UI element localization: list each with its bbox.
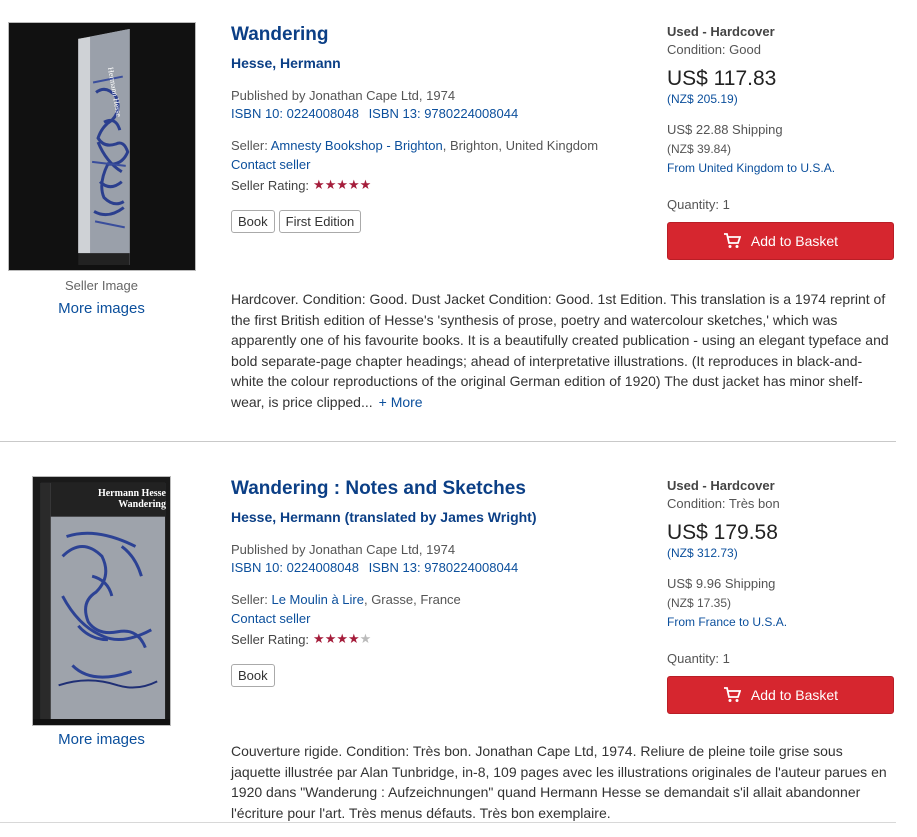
star-filled-icon: ★ [324, 631, 337, 646]
listing-info: Wandering Hesse, Hermann Published by Jo… [231, 24, 641, 233]
seller-line: Seller: Amnesty Bookshop - Brighton, Bri… [231, 138, 641, 153]
tag-list: Book First Edition [231, 210, 641, 233]
add-to-basket-button[interactable]: Add to Basket [667, 222, 894, 260]
seller-rating: Seller Rating: ★★★★★ [231, 177, 641, 193]
price-panel: Used - Hardcover Condition: Good US$ 117… [667, 24, 895, 260]
star-empty-icon: ★ [359, 631, 372, 646]
cover-title-text: Hermann Hesse Wandering [86, 488, 166, 510]
cart-icon [723, 687, 741, 702]
shipping-cost[interactable]: US$ 22.88 Shipping [667, 122, 895, 137]
price-nzd: (NZ$ 312.73) [667, 546, 738, 560]
seller-name-link[interactable]: Amnesty Bookshop - Brighton [271, 138, 443, 153]
tag-book[interactable]: Book [231, 210, 275, 233]
more-images-link[interactable]: More images [0, 731, 203, 748]
tag-list: Book [231, 664, 641, 687]
more-images-link[interactable]: More images [0, 300, 203, 317]
star-filled-icon: ★ [336, 177, 349, 192]
description-text: Couverture rigide. Condition: Très bon. … [231, 743, 887, 821]
isbn13-link[interactable]: ISBN 13: 9780224008044 [369, 560, 519, 575]
tag-first-edition[interactable]: First Edition [278, 210, 362, 233]
item-description: Couverture rigide. Condition: Très bon. … [231, 741, 893, 823]
star-filled-icon: ★ [359, 177, 372, 192]
publisher-info: Published by Jonathan Cape Ltd, 1974 [231, 542, 456, 557]
quantity: Quantity: 1 [667, 197, 730, 212]
seller-location: , Brighton, United Kingdom [442, 138, 599, 153]
shipping-nzd: (NZ$ 39.84) [667, 142, 732, 156]
price: US$ 179.58 [667, 521, 778, 544]
listing-divider [0, 441, 896, 442]
seller-rating-label: Seller Rating: [231, 177, 310, 193]
contact-seller-link[interactable]: Contact seller [231, 611, 641, 626]
book-author[interactable]: Hesse, Hermann [231, 55, 641, 71]
tag-book[interactable]: Book [231, 664, 275, 687]
isbn13-link[interactable]: ISBN 13: 9780224008044 [369, 106, 519, 121]
publisher-info: Published by Jonathan Cape Ltd, 1974 [231, 88, 456, 103]
book-title-link[interactable]: Wandering : Notes and Sketches [231, 478, 526, 499]
star-filled-icon: ★ [348, 177, 360, 192]
seller-rating-label: Seller Rating: [231, 631, 310, 647]
isbn10-link[interactable]: ISBN 10: 0224008048 [231, 560, 359, 575]
book-cover-image[interactable] [32, 476, 171, 726]
listing-1: Hermann Hesse Seller Image More images W… [0, 0, 917, 442]
price-panel: Used - Hardcover Condition: Très bon US$… [667, 478, 895, 714]
shipping-nzd: (NZ$ 17.35) [667, 596, 732, 610]
price: US$ 117.83 [667, 67, 777, 90]
add-to-basket-button[interactable]: Add to Basket [667, 676, 894, 714]
item-description: Hardcover. Condition: Good. Dust Jacket … [231, 289, 893, 412]
seller-prefix: Seller: [231, 138, 271, 153]
condition-text: Condition: Good [667, 42, 761, 57]
rating-stars: ★★★★★ [313, 631, 371, 647]
cart-icon [723, 233, 741, 248]
star-filled-icon: ★ [313, 631, 325, 646]
description-text: Hardcover. Condition: Good. Dust Jacket … [231, 291, 889, 410]
more-description-link[interactable]: + More [379, 394, 423, 410]
book-author[interactable]: Hesse, Hermann (translated by James Wrig… [231, 509, 641, 525]
cover-author-text: Hermann Hesse [97, 488, 166, 499]
shipping-cost[interactable]: US$ 9.96 Shipping [667, 576, 895, 591]
price-nzd: (NZ$ 205.19) [667, 92, 738, 106]
cover-title-word: Wandering [118, 499, 166, 510]
seller-location: , Grasse, France [363, 592, 461, 607]
contact-seller-link[interactable]: Contact seller [231, 157, 641, 172]
seller-rating: Seller Rating: ★★★★★ [231, 631, 641, 647]
star-filled-icon: ★ [348, 631, 360, 646]
quantity: Quantity: 1 [667, 651, 730, 666]
star-filled-icon: ★ [313, 177, 325, 192]
seller-image-caption: Seller Image [65, 278, 138, 293]
isbn10-link[interactable]: ISBN 10: 0224008048 [231, 106, 359, 121]
book-title-link[interactable]: Wandering [231, 24, 328, 45]
isbn-line: ISBN 10: 0224008048 ISBN 13: 97802240080… [231, 560, 641, 575]
condition-text: Condition: Très bon [667, 496, 780, 511]
seller-prefix: Seller: [231, 592, 272, 607]
binding-type: Used - Hardcover [667, 24, 775, 39]
listing-info: Wandering : Notes and Sketches Hesse, He… [231, 478, 641, 687]
rating-stars: ★★★★★ [313, 177, 371, 193]
ship-from-link[interactable]: From France to U.S.A. [667, 615, 895, 629]
listing-divider [0, 822, 896, 823]
add-to-basket-label: Add to Basket [750, 233, 839, 249]
star-filled-icon: ★ [324, 177, 337, 192]
seller-name-link[interactable]: Le Moulin à Lire [271, 592, 364, 607]
book-cover-image[interactable]: Hermann Hesse [8, 22, 196, 271]
add-to-basket-label: Add to Basket [750, 687, 839, 703]
seller-line: Seller: Le Moulin à Lire, Grasse, France [231, 592, 641, 607]
ship-from-link[interactable]: From United Kingdom to U.S.A. [667, 161, 895, 175]
star-filled-icon: ★ [336, 631, 349, 646]
binding-type: Used - Hardcover [667, 478, 775, 493]
isbn-line: ISBN 10: 0224008048 ISBN 13: 97802240080… [231, 106, 641, 121]
listing-2: Hermann Hesse Wandering More images Wand… [0, 454, 917, 837]
